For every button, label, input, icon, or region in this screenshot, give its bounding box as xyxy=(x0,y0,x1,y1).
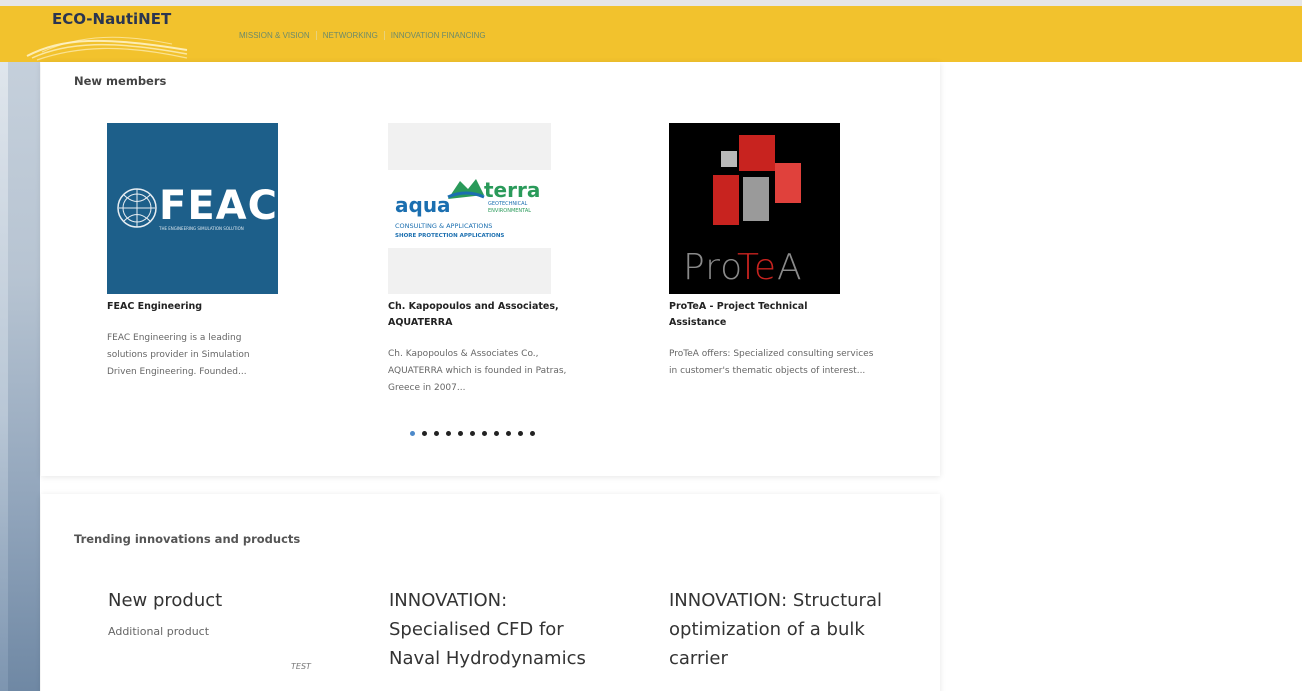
carousel-dot[interactable] xyxy=(422,431,427,436)
aquaterra-logo-aqua: aqua xyxy=(395,193,451,217)
protea-wordmark: ProTeA xyxy=(683,247,803,288)
page-background-strip xyxy=(0,0,40,691)
carousel-dot[interactable] xyxy=(530,431,535,436)
main-nav: MISSION & VISION NETWORKING INNOVATION F… xyxy=(239,31,492,40)
aquaterra-logo[interactable]: aqua terra GEOTECHNICAL ENVIRONMENTAL CO… xyxy=(388,123,551,294)
member-name[interactable]: Ch. Kapopoulos and Associates, AQUATERRA xyxy=(388,299,578,331)
feac-logo-tagline: THE ENGINEERING SIMULATION SOLUTION xyxy=(159,226,244,231)
product-title[interactable]: INNOVATION: Structural optimization of a… xyxy=(669,586,889,673)
aquaterra-logo-line: GEOTECHNICAL xyxy=(488,201,528,207)
nav-innovation-financing[interactable]: INNOVATION FINANCING xyxy=(383,31,492,40)
product-tag: TEST xyxy=(291,662,311,671)
member-description: FEAC Engineering is a leading solutions … xyxy=(107,333,250,377)
carousel-dot[interactable] xyxy=(518,431,523,436)
product-card[interactable]: New product Additional product TEST xyxy=(108,586,338,671)
trending-section: Trending innovations and products New pr… xyxy=(41,494,940,691)
aquaterra-logo-line: SHORE PROTECTION APPLICATIONS xyxy=(395,233,505,239)
carousel-dot[interactable] xyxy=(446,431,451,436)
protea-wordmark-pro: Pro xyxy=(683,247,737,288)
aquaterra-logo-terra: terra xyxy=(484,178,541,202)
protea-wordmark-a: A xyxy=(777,247,803,288)
section-title: Trending innovations and products xyxy=(74,532,301,546)
carousel-dot[interactable] xyxy=(458,431,463,436)
carousel-dot[interactable] xyxy=(506,431,511,436)
nav-networking[interactable]: NETWORKING xyxy=(315,31,384,40)
carousel-pagination xyxy=(410,431,535,436)
product-title[interactable]: New product xyxy=(108,586,338,615)
section-title: New members xyxy=(74,74,167,88)
logo-waves-icon xyxy=(26,36,188,61)
carousel-dot[interactable] xyxy=(482,431,487,436)
product-card[interactable]: INNOVATION: Structural optimization of a… xyxy=(669,586,889,673)
aquaterra-wave-icon xyxy=(447,179,485,199)
member-description: ProTeA offers: Specialized consulting se… xyxy=(669,349,874,376)
new-members-section: New members FEAC THE ENGINEERING SIMULAT… xyxy=(41,62,940,476)
aquaterra-logo-line: CONSULTING & APPLICATIONS xyxy=(395,222,493,230)
member-name[interactable]: FEAC Engineering xyxy=(107,299,297,315)
site-header: ECO-NautiNET MISSION & VISION NETWORKING… xyxy=(0,0,1302,62)
feac-logo[interactable]: FEAC THE ENGINEERING SIMULATION SOLUTION xyxy=(107,123,278,294)
site-logo[interactable]: ECO-NautiNET xyxy=(52,10,171,28)
member-description: Ch. Kapopoulos & Associates Co., AQUATER… xyxy=(388,349,567,393)
carousel-dot[interactable] xyxy=(470,431,475,436)
product-subtitle: Additional product xyxy=(108,625,210,638)
carousel-dot[interactable] xyxy=(494,431,499,436)
carousel-dot[interactable] xyxy=(410,431,415,436)
product-card[interactable]: INNOVATION: Specialised CFD for Naval Hy… xyxy=(389,586,604,673)
carousel-dot[interactable] xyxy=(434,431,439,436)
feac-logo-text: FEAC xyxy=(159,183,278,229)
member-card[interactable]: ProTeA ProTeA - Project Technical Assist… xyxy=(669,123,873,380)
product-title[interactable]: INNOVATION: Specialised CFD for Naval Hy… xyxy=(389,586,604,673)
member-card[interactable]: FEAC THE ENGINEERING SIMULATION SOLUTION… xyxy=(107,123,297,381)
member-name[interactable]: ProTeA - Project Technical Assistance xyxy=(669,299,849,331)
member-card[interactable]: aqua terra GEOTECHNICAL ENVIRONMENTAL CO… xyxy=(388,123,578,397)
aquaterra-logo-line: ENVIRONMENTAL xyxy=(488,208,532,214)
protea-wordmark-te: Te xyxy=(737,247,778,288)
nav-mission-vision[interactable]: MISSION & VISION xyxy=(239,31,316,40)
protea-logo[interactable]: ProTeA xyxy=(669,123,840,294)
